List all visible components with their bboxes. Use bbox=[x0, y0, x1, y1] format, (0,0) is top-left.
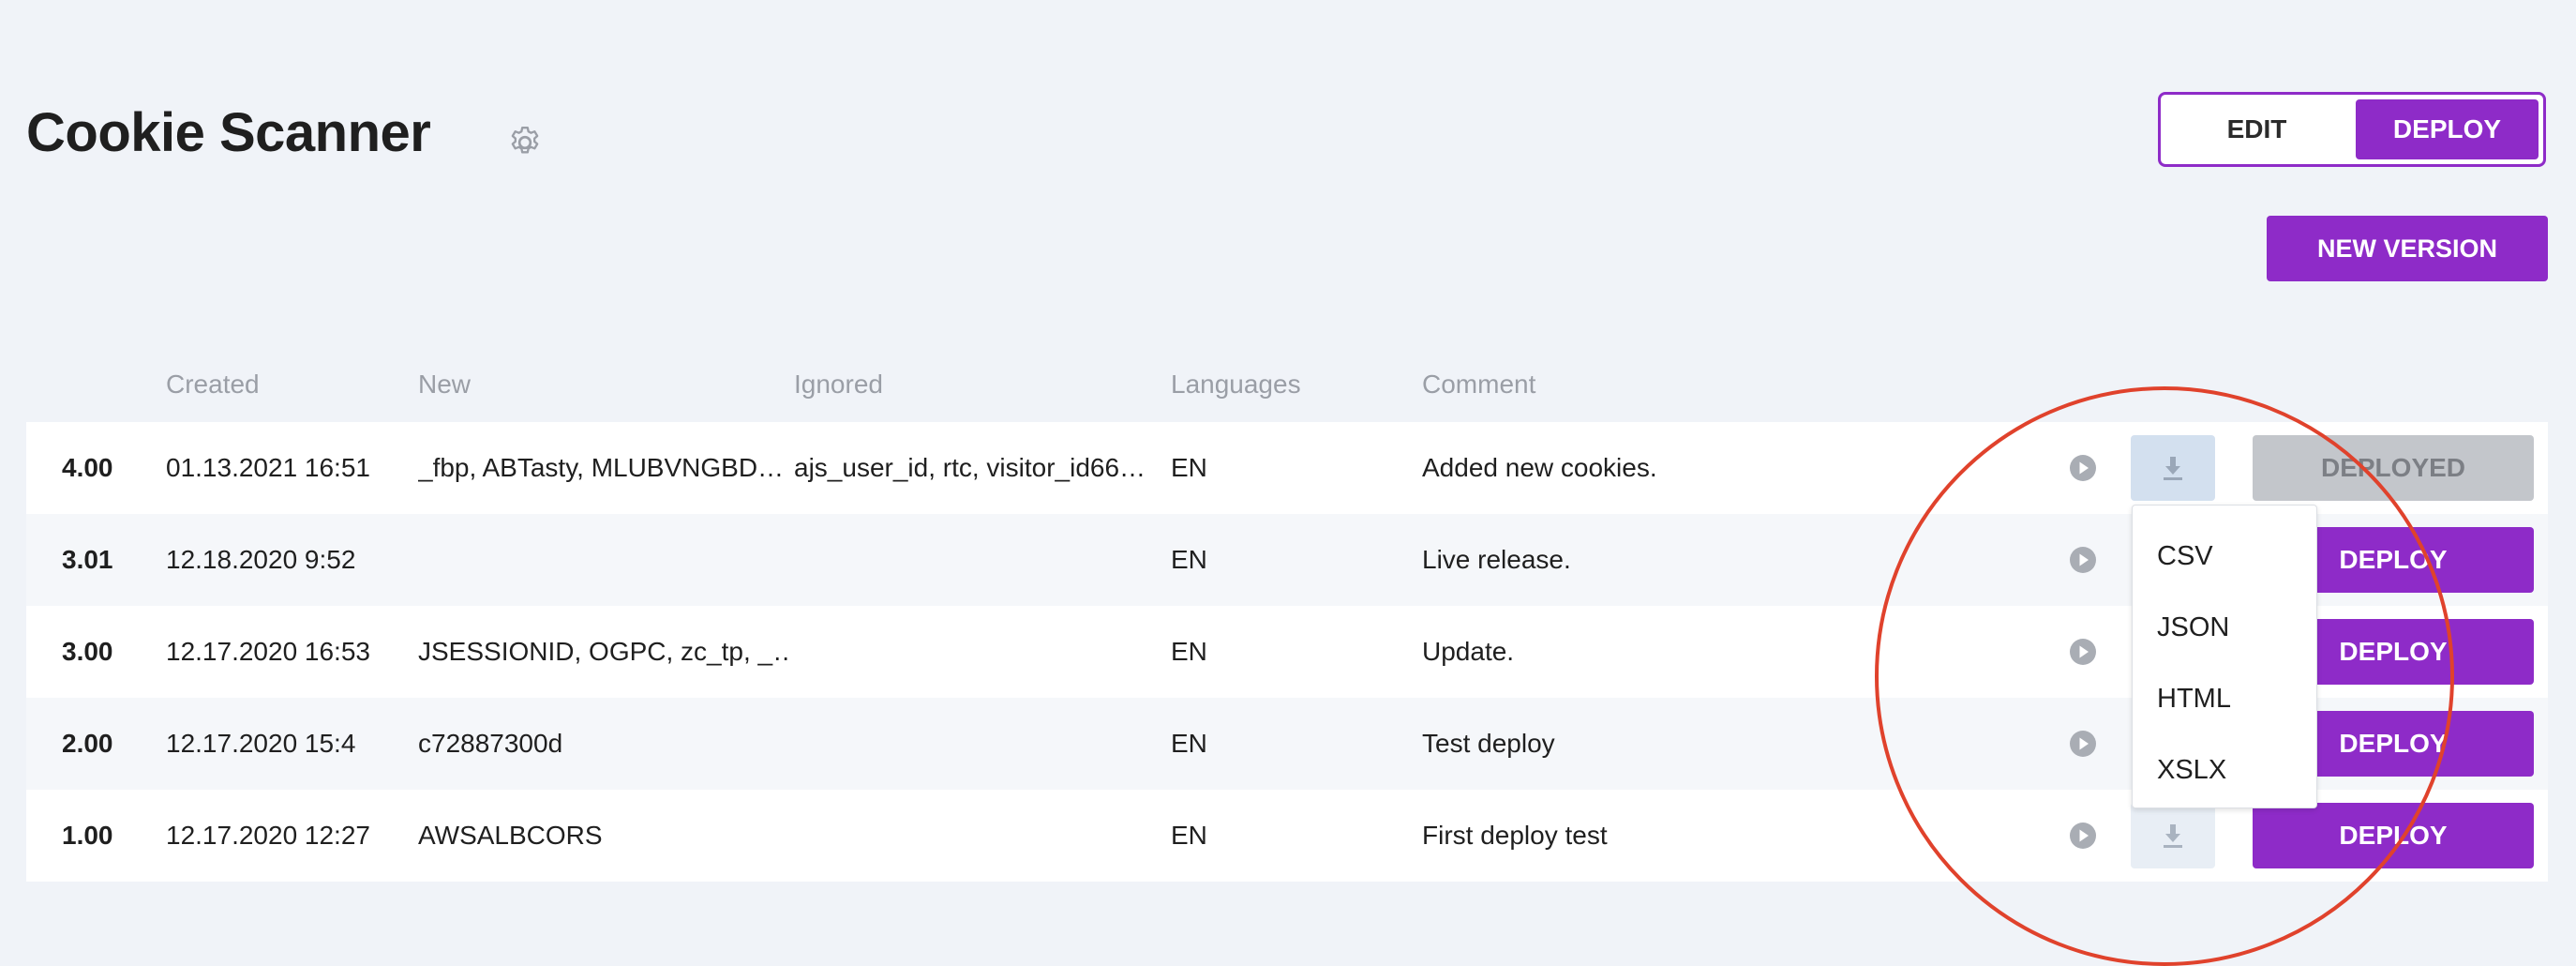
gear-icon[interactable] bbox=[506, 124, 544, 161]
created-cell: 12.17.2020 12:27 bbox=[166, 821, 370, 850]
download-icon bbox=[2164, 457, 2182, 480]
comment-cell: Test deploy bbox=[1422, 729, 1555, 758]
created-cell: 12.17.2020 16:53 bbox=[166, 637, 370, 666]
table-header: Created New Ignored Languages Comment bbox=[26, 370, 2548, 407]
play-icon[interactable] bbox=[2068, 637, 2098, 667]
version-cell: 3.01 bbox=[62, 545, 113, 574]
download-button[interactable] bbox=[2131, 435, 2215, 501]
column-header-languages: Languages bbox=[1171, 370, 1301, 399]
menu-item-csv[interactable]: CSV bbox=[2133, 521, 2316, 592]
edit-mode-button[interactable]: EDIT bbox=[2165, 99, 2348, 159]
created-cell: 12.17.2020 15:4 bbox=[166, 729, 356, 758]
column-header-created: Created bbox=[166, 370, 260, 399]
version-cell: 2.00 bbox=[62, 729, 113, 758]
download-button[interactable] bbox=[2131, 803, 2215, 868]
languages-cell: EN bbox=[1171, 821, 1207, 850]
menu-item-xslx[interactable]: XSLX bbox=[2133, 734, 2316, 806]
play-icon[interactable] bbox=[2068, 729, 2098, 759]
comment-cell: Added new cookies. bbox=[1422, 453, 1657, 482]
play-icon[interactable] bbox=[2068, 545, 2098, 575]
ignored-cookies-cell bbox=[794, 514, 1164, 606]
column-header-comment: Comment bbox=[1422, 370, 1536, 399]
download-format-menu: CSV JSON HTML XSLX bbox=[2132, 505, 2317, 808]
new-cookies-cell bbox=[418, 514, 788, 606]
column-header-new: New bbox=[418, 370, 472, 399]
version-cell: 1.00 bbox=[62, 821, 113, 850]
languages-cell: EN bbox=[1171, 729, 1207, 758]
comment-cell: Live release. bbox=[1422, 545, 1571, 574]
version-cell: 3.00 bbox=[62, 637, 113, 666]
ignored-cookies-cell: ajs_user_id, rtc, visitor_id66… bbox=[794, 453, 1146, 482]
page-title: Cookie Scanner bbox=[26, 102, 431, 163]
new-cookies-cell: AWSALBCORS bbox=[418, 821, 603, 850]
created-cell: 01.13.2021 16:51 bbox=[166, 453, 370, 482]
mode-toggle: EDIT DEPLOY bbox=[2158, 92, 2546, 167]
new-cookies-cell: _fbp, ABTasty, MLUBVNGBD… bbox=[418, 453, 785, 482]
new-cookies-cell: JSESSIONID, OGPC, zc_tp, _… bbox=[418, 637, 788, 666]
deployed-status-button: DEPLOYED bbox=[2253, 435, 2534, 501]
play-icon[interactable] bbox=[2068, 453, 2098, 483]
menu-item-json[interactable]: JSON bbox=[2133, 592, 2316, 663]
version-cell: 4.00 bbox=[62, 453, 113, 482]
languages-cell: EN bbox=[1171, 545, 1207, 574]
comment-cell: Update. bbox=[1422, 637, 1515, 666]
languages-cell: EN bbox=[1171, 453, 1207, 482]
new-version-button[interactable]: NEW VERSION bbox=[2267, 216, 2548, 281]
table-row: 4.00 01.13.2021 16:51 _fbp, ABTasty, MLU… bbox=[26, 422, 2548, 514]
deploy-mode-button[interactable]: DEPLOY bbox=[2356, 99, 2539, 159]
languages-cell: EN bbox=[1171, 637, 1207, 666]
comment-cell: First deploy test bbox=[1422, 821, 1608, 850]
column-header-ignored: Ignored bbox=[794, 370, 883, 399]
play-icon[interactable] bbox=[2068, 821, 2098, 851]
new-cookies-cell: c72887300d bbox=[418, 729, 563, 758]
ignored-cookies-cell bbox=[794, 790, 1164, 882]
deploy-button[interactable]: DEPLOY bbox=[2253, 803, 2534, 868]
ignored-cookies-cell bbox=[794, 606, 1164, 698]
menu-item-html[interactable]: HTML bbox=[2133, 663, 2316, 734]
download-icon bbox=[2164, 824, 2182, 848]
ignored-cookies-cell bbox=[794, 698, 1164, 790]
created-cell: 12.18.2020 9:52 bbox=[166, 545, 356, 574]
